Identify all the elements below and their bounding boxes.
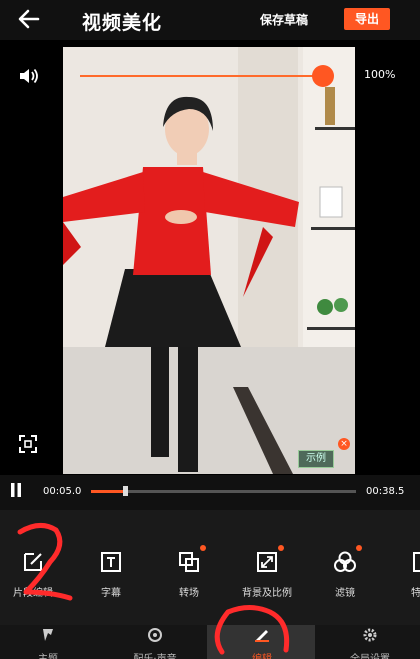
filter-icon: [334, 551, 356, 572]
page-title: 视频美化: [82, 12, 163, 34]
tool-label: 转场: [179, 588, 199, 599]
sticker-close-icon[interactable]: ×: [338, 438, 350, 450]
sticker-overlay[interactable]: 示例: [298, 450, 334, 468]
edit-nav-icon: [255, 630, 269, 642]
tool-label: 片段编辑: [13, 588, 53, 599]
tool-label: 特: [411, 588, 420, 599]
tool-effect[interactable]: 特: [383, 550, 420, 610]
nav-label: 配乐·声音: [115, 650, 195, 659]
fullscreen-icon[interactable]: [18, 434, 38, 454]
speaker-icon[interactable]: [18, 66, 40, 86]
volume-slider-handle[interactable]: [312, 65, 334, 87]
effect-icon: [413, 552, 420, 572]
tool-transition[interactable]: 转场: [149, 545, 229, 610]
theme-icon: [43, 629, 53, 641]
new-badge-dot: [200, 545, 206, 551]
arrow-left-icon[interactable]: [16, 6, 42, 32]
tool-label: 字幕: [101, 588, 121, 599]
save-draft-button[interactable]: 保存草稿: [260, 11, 308, 28]
pause-icon[interactable]: [9, 482, 23, 498]
timeline-progress: [91, 490, 126, 493]
video-preview[interactable]: [63, 47, 355, 474]
current-time: 00:05.0: [43, 486, 82, 497]
tool-background-ratio[interactable]: 背景及比例: [227, 545, 307, 610]
settings-icon: [363, 628, 377, 642]
nav-tab-music[interactable]: 配乐·声音: [115, 627, 195, 659]
top-bar: 视频美化 保存草稿 导出: [0, 0, 420, 40]
tool-label: 背景及比例: [242, 588, 292, 599]
ratio-icon: [257, 552, 277, 572]
new-badge-dot: [356, 545, 362, 551]
tool-subtitle[interactable]: 字幕: [71, 550, 151, 610]
tool-filter[interactable]: 滤镜: [305, 545, 385, 610]
text-icon: [101, 552, 121, 572]
volume-percent: 100%: [364, 68, 396, 81]
edit-icon: [24, 553, 42, 571]
nav-tab-edit[interactable]: 编辑: [222, 627, 302, 659]
preview-stage: 100% 示例 ×: [0, 40, 420, 475]
edit-toolbar: 片段编辑 字幕 转场 背景及比例 滤镜 特: [0, 510, 420, 625]
export-button[interactable]: 导出: [344, 8, 390, 30]
nav-label: 全局设置: [330, 650, 410, 659]
music-icon: [148, 628, 162, 642]
tool-clip-edit[interactable]: 片段编辑: [0, 550, 73, 610]
video-frame-image: [63, 47, 355, 474]
nav-tab-theme[interactable]: 主题: [8, 627, 88, 659]
bottom-nav: 主题 配乐·声音 编辑 全局设置: [0, 625, 420, 659]
timeline-handle[interactable]: [123, 486, 129, 496]
nav-tab-settings[interactable]: 全局设置: [330, 627, 410, 659]
new-badge-dot: [278, 545, 284, 551]
timeline-track[interactable]: [91, 490, 356, 493]
nav-label: 主题: [8, 650, 88, 659]
total-time: 00:38.5: [366, 486, 405, 497]
transition-icon: [179, 552, 199, 572]
volume-slider-track[interactable]: [80, 75, 322, 77]
nav-label: 编辑: [222, 650, 302, 659]
tool-label: 滤镜: [335, 588, 355, 599]
